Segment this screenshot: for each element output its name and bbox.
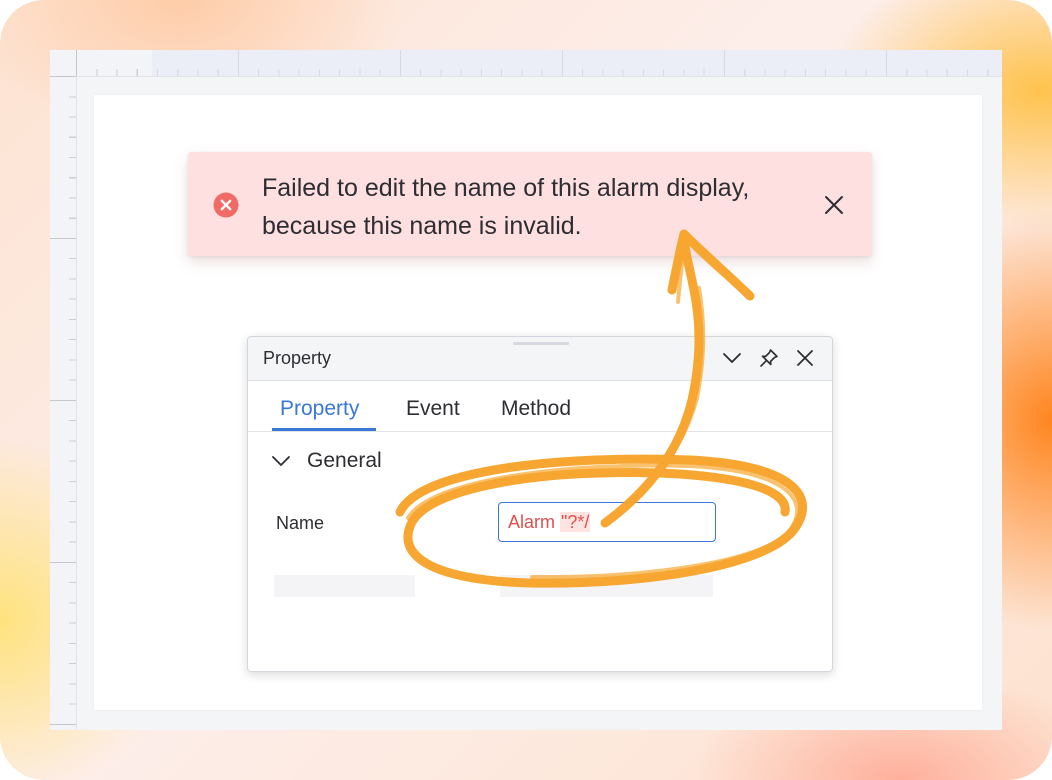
placeholder-row-value [500, 575, 713, 597]
horizontal-ruler [76, 50, 1002, 77]
tab-property[interactable]: Property [280, 397, 359, 421]
ruler-corner [50, 50, 76, 76]
panel-header[interactable]: Property [248, 337, 832, 381]
section-label: General [307, 449, 382, 472]
pin-icon[interactable] [758, 347, 780, 369]
toast-message: Failed to edit the name of this alarm di… [262, 174, 750, 240]
name-label: Name [276, 513, 325, 533]
active-tab-indicator [272, 428, 376, 431]
name-value-invalid: "?*/ [560, 512, 591, 532]
name-value-valid: Alarm [508, 512, 561, 532]
placeholder-row-label [274, 575, 415, 597]
error-circle-icon [213, 192, 239, 218]
name-value: Alarm "?*/ [508, 512, 591, 533]
tab-bar: Property Event Method [248, 381, 832, 432]
background-frame: Failed to edit the name of this alarm di… [0, 0, 1052, 780]
chevron-down-icon [272, 456, 290, 466]
tab-event[interactable]: Event [406, 397, 460, 421]
name-input[interactable]: Alarm "?*/ [498, 502, 716, 542]
vertical-ruler [50, 76, 77, 730]
panel-title: Property [263, 348, 332, 368]
drag-handle[interactable] [513, 342, 569, 345]
error-toast: Failed to edit the name of this alarm di… [188, 152, 872, 256]
tab-method[interactable]: Method [501, 397, 571, 421]
close-icon[interactable] [794, 347, 816, 369]
chevron-down-icon[interactable] [721, 347, 743, 369]
property-panel: Property Property Event Method General N… [247, 336, 833, 672]
close-icon[interactable] [821, 192, 847, 218]
